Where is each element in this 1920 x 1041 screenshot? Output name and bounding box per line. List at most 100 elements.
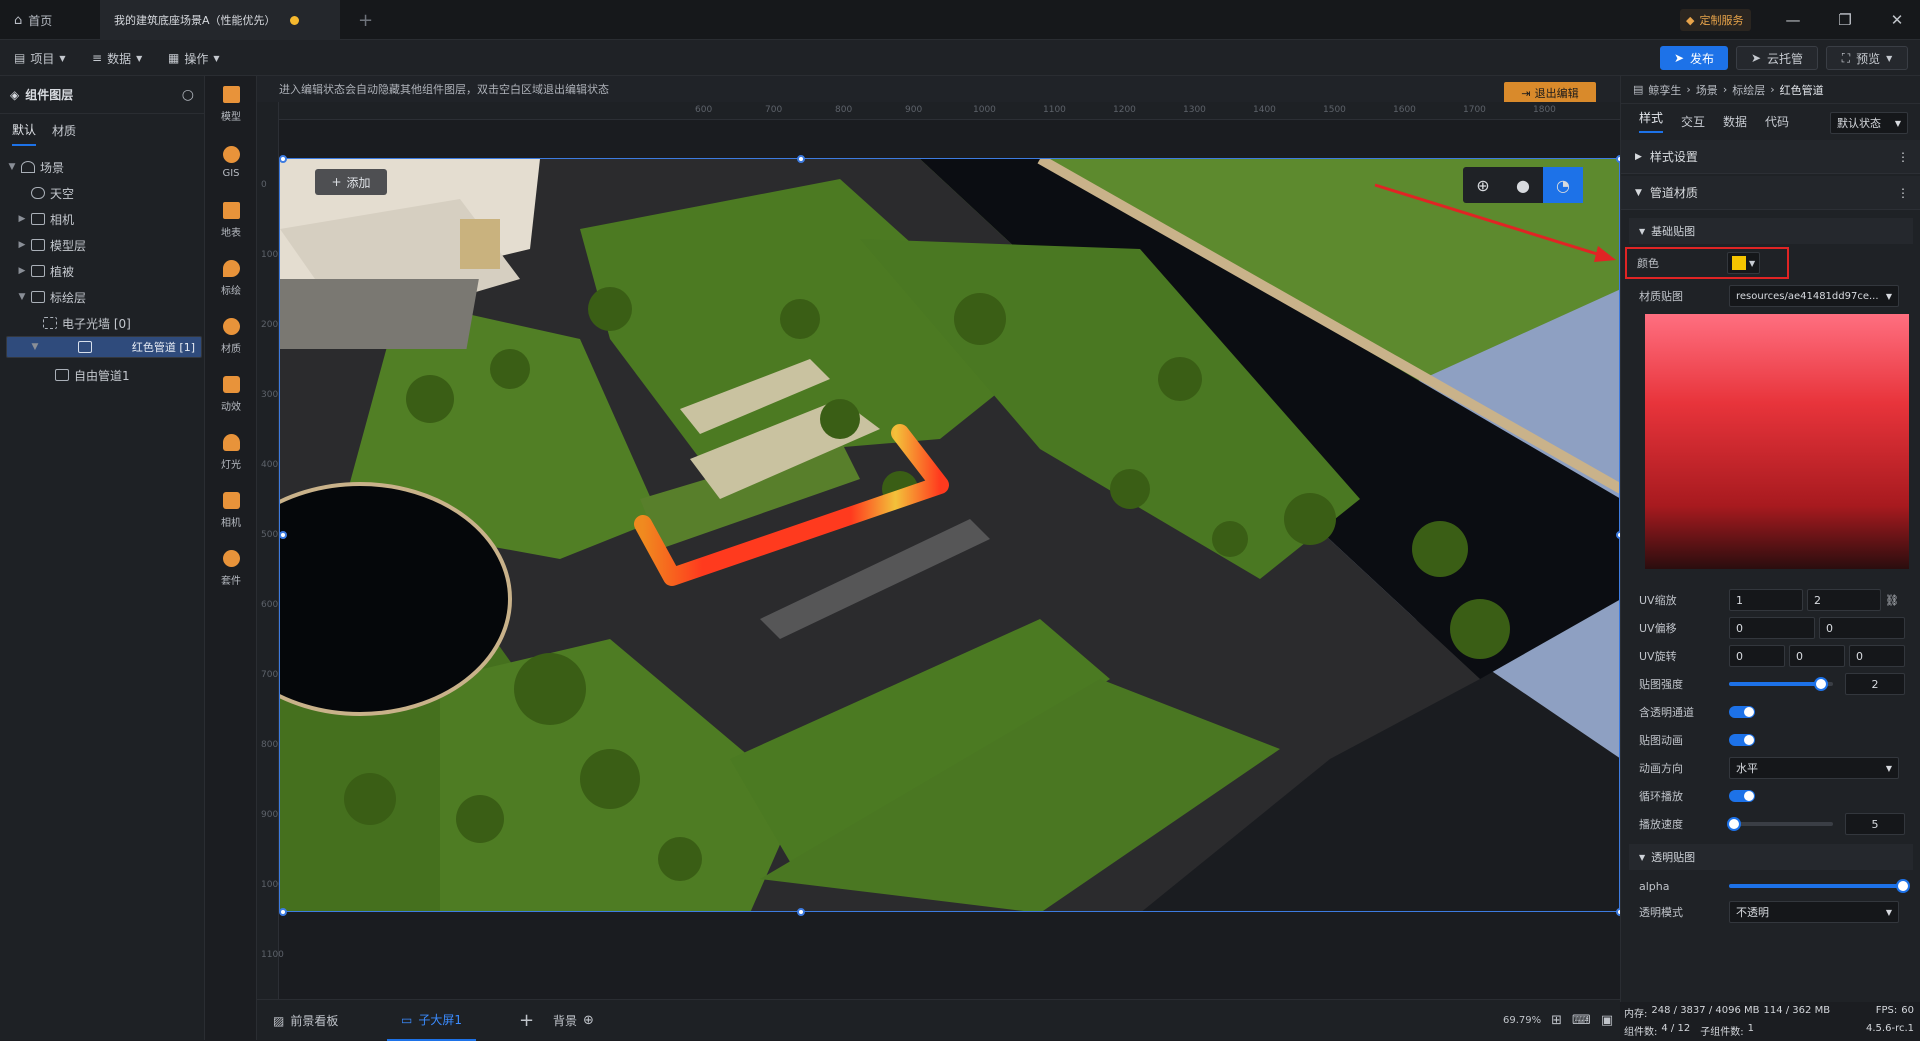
speed-input[interactable]: 5 (1845, 813, 1905, 835)
chevron-right-icon[interactable]: ▶ (16, 240, 28, 250)
restore-button[interactable]: ❐ (1822, 0, 1868, 40)
more-icon[interactable]: ⋮ (1897, 150, 1909, 164)
subsection-basic-map[interactable]: ▼ 基础贴图 (1629, 218, 1913, 244)
tree-item-vegetation[interactable]: ▶ 植被 (6, 258, 202, 284)
publish-button[interactable]: ➤ 发布 (1660, 46, 1728, 70)
sub-component-count: 1 (1747, 1023, 1754, 1034)
tab-home[interactable]: ⌂ 首页 (0, 0, 86, 40)
menu-data[interactable]: ≡ 数据 ▼ (92, 40, 142, 76)
rail-terrain[interactable]: 地表 (205, 192, 257, 248)
close-button[interactable]: ✕ (1874, 0, 1920, 40)
alpha-mode-select[interactable]: 不透明 ▼ (1729, 901, 1899, 923)
rail-kit[interactable]: 套件 (205, 540, 257, 596)
ruler-tick: 500 (261, 530, 279, 540)
search-icon[interactable]: ○ (182, 87, 194, 103)
slider-knob[interactable] (1727, 817, 1742, 831)
map-animation-toggle[interactable] (1729, 734, 1755, 746)
tree-item-scene[interactable]: ▼ 场景 (6, 154, 202, 180)
subsection-alpha-map[interactable]: ▼ 透明贴图 (1629, 844, 1913, 870)
tab-material[interactable]: 材质 (52, 116, 76, 145)
more-icon[interactable]: ⋮ (1897, 186, 1909, 200)
slider-knob[interactable] (1896, 879, 1910, 893)
tree-item-light-wall[interactable]: 电子光墙 [0] (6, 310, 202, 336)
add-screen-button[interactable]: + (519, 1000, 534, 1041)
tab-style[interactable]: 样式 (1639, 109, 1664, 133)
fit-icon[interactable]: ⊞ (1551, 1013, 1562, 1028)
diamond-icon: ◆ (1686, 13, 1695, 27)
chevron-down-icon[interactable]: ▼ (29, 342, 41, 352)
map-intensity-slider[interactable] (1729, 677, 1833, 691)
chevron-right-icon[interactable]: ▶ (16, 266, 28, 276)
rail-plot[interactable]: 标绘 (205, 250, 257, 306)
selection-handle[interactable] (797, 908, 805, 916)
loop-toggle[interactable] (1729, 790, 1755, 802)
chevron-right-icon[interactable]: ▶ (16, 214, 28, 224)
custom-service-button[interactable]: ◆ 定制服务 (1680, 9, 1752, 31)
menu-operate[interactable]: ▦ 操作 ▼ (168, 40, 220, 76)
selection-handle[interactable] (797, 155, 805, 163)
ruler-tick: 1300 (1183, 105, 1206, 115)
tab-background[interactable]: 背景 ⊕ (553, 1000, 594, 1041)
exit-edit-button[interactable]: ⇥ 退出编辑 (1504, 82, 1596, 104)
preview-button[interactable]: ⛶ 预览 ▼ (1826, 46, 1908, 70)
tab-scene[interactable]: 我的建筑底座场景A（性能优先） (100, 0, 340, 40)
texture-select[interactable]: resources/ae41481dd97ce... ▼ (1729, 285, 1899, 307)
section-pipe-material[interactable]: ▼ 管道材质 ⋮ (1621, 176, 1920, 210)
terminal-icon[interactable]: ▣ (1601, 1013, 1613, 1028)
uv-rotate-x-input[interactable]: 0 (1729, 645, 1785, 667)
rail-effect[interactable]: 动效 (205, 366, 257, 422)
fps-value: 60 (1901, 1005, 1914, 1016)
speed-slider[interactable] (1727, 817, 1833, 831)
tab-code[interactable]: 代码 (1765, 113, 1789, 130)
material-icon (222, 317, 240, 335)
tree-item-plot-layer[interactable]: ▼ 标绘层 (6, 284, 202, 310)
tree-item-free-pipe[interactable]: 自由管道1 (6, 362, 202, 388)
alpha-slider[interactable] (1729, 879, 1910, 893)
anim-direction-select[interactable]: 水平 ▼ (1729, 757, 1899, 779)
tree-item-model-layer[interactable]: ▶ 模型层 (6, 232, 202, 258)
add-button[interactable]: + 添加 (315, 169, 387, 195)
selection-handle[interactable] (279, 531, 287, 539)
ruler-tick: 200 (261, 320, 279, 330)
uv-rotate-z-input[interactable]: 0 (1849, 645, 1905, 667)
chevron-down-icon[interactable]: ▼ (16, 292, 28, 302)
transparent-channel-toggle[interactable] (1729, 706, 1755, 718)
rail-material[interactable]: 材质 (205, 308, 257, 364)
rail-model[interactable]: 模型 (205, 76, 257, 132)
rail-light[interactable]: 灯光 (205, 424, 257, 480)
tab-interaction[interactable]: 交互 (1681, 113, 1705, 130)
state-select[interactable]: 默认状态 ▼ (1830, 112, 1908, 134)
section-style-settings[interactable]: ▶ 样式设置 ⋮ (1621, 140, 1920, 174)
tab-default[interactable]: 默认 (12, 115, 37, 146)
selection-handle[interactable] (279, 908, 287, 916)
uv-rotate-y-input[interactable]: 0 (1789, 645, 1845, 667)
link-icon[interactable]: ⛓ (1885, 594, 1899, 607)
tree-item-red-pipe[interactable]: ▼ 红色管道 [1] (6, 336, 202, 358)
pin-icon (222, 259, 240, 277)
uv-scale-x-input[interactable]: 1 (1729, 589, 1803, 611)
tree-item-camera[interactable]: ▶ 相机 (6, 206, 202, 232)
map-intensity-input[interactable]: 2 (1845, 673, 1905, 695)
3d-scene-viewport[interactable]: + 添加 ⊕ ● ◔ (279, 158, 1620, 912)
ruler-tick: 1200 (1113, 105, 1136, 115)
selection-handle[interactable] (279, 155, 287, 163)
tab-data[interactable]: 数据 (1723, 113, 1747, 130)
tree-item-sky[interactable]: 天空 (6, 180, 202, 206)
keyboard-icon[interactable]: ⌨ (1572, 1013, 1591, 1028)
rail-camera[interactable]: 相机 (205, 482, 257, 538)
menu-project[interactable]: ▤ 项目 ▼ (14, 40, 66, 76)
uv-offset-y-input[interactable]: 0 (1819, 617, 1905, 639)
rail-gis[interactable]: GIS (205, 134, 257, 190)
color-picker[interactable]: ▼ (1727, 252, 1761, 274)
cloud-host-button[interactable]: ➤ 云托管 (1736, 46, 1818, 70)
chevron-down-icon[interactable]: ▼ (6, 162, 18, 172)
uv-offset-x-input[interactable]: 0 (1729, 617, 1815, 639)
uv-scale-y-input[interactable]: 2 (1807, 589, 1881, 611)
plus-circle-icon[interactable]: ⊕ (583, 1013, 594, 1028)
slider-knob[interactable] (1813, 677, 1828, 691)
minimize-button[interactable]: — (1770, 0, 1816, 40)
new-tab-button[interactable]: + (344, 0, 374, 40)
tab-foreground-board[interactable]: ▨ 前景看板 (263, 1000, 348, 1041)
zoom-level[interactable]: 69.79% (1503, 1015, 1541, 1026)
tab-sub-screen[interactable]: ▭ 子大屏1 (387, 1000, 476, 1041)
